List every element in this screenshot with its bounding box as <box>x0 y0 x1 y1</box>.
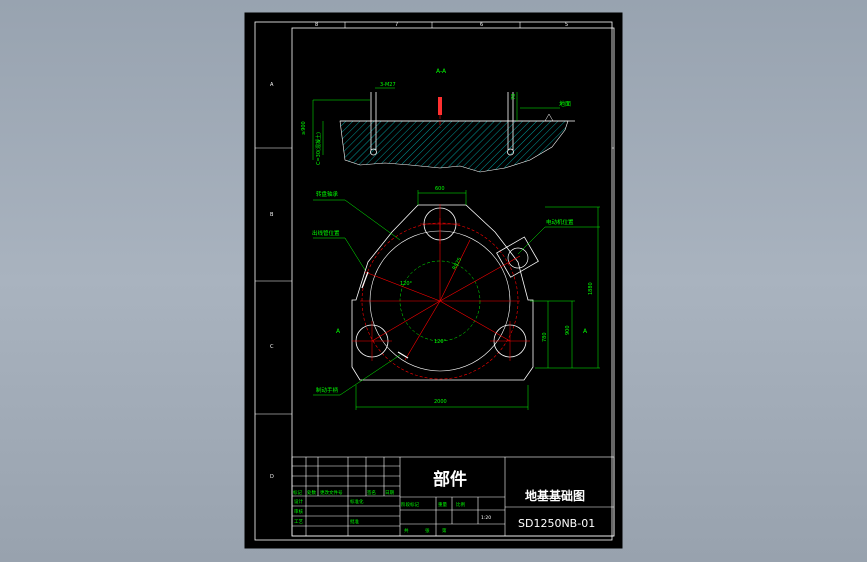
zone-top-2: 7 <box>395 22 398 28</box>
angle-1: 120° <box>400 281 413 287</box>
tb-drawing-no: SD1250NB-01 <box>518 517 595 530</box>
angle-2: 120° <box>434 339 447 345</box>
zone-top-3: 6 <box>480 22 483 28</box>
dim-width-top: 600 <box>435 186 445 192</box>
label-motor: 电动机位置 <box>546 218 574 226</box>
tb-cell-review: 审核 <box>294 508 303 515</box>
tb-cell-process: 工艺 <box>294 519 303 525</box>
tb-drawing-name: 地基基础图 <box>525 488 585 503</box>
label-handwheel: 制动手柄 <box>316 386 339 394</box>
dim-foundation: C=30(混凝土) <box>315 132 322 165</box>
tb-cell-changefile: 更改文件号 <box>320 489 343 496</box>
label-slew-bearing: 转盘轴承 <box>316 190 339 198</box>
drawing-viewport[interactable]: 8 7 6 5 A B C D A-A 地面 3-M27 ≥900 C=30(混… <box>0 0 867 562</box>
zone-top-1: 8 <box>315 22 318 28</box>
dim-depth: ≥900 <box>301 121 307 135</box>
dim-bottom: 2000 <box>434 399 447 405</box>
tb-cell-approve: 批准 <box>350 518 359 525</box>
tb-cell-standard: 标准化 <box>350 498 364 505</box>
zone-left-3: C <box>270 344 274 350</box>
dim-right-total: 1880 <box>588 282 594 295</box>
tb-cell-sheet-no: 第 <box>442 527 447 534</box>
tb-cell-mark: 标记 <box>293 489 302 496</box>
tb-cell-sign: 签名 <box>367 489 376 496</box>
bolt-callout: 3-M27 <box>380 82 396 88</box>
tb-cell-date: 日期 <box>385 490 394 496</box>
tb-cell-scale-label: 比例 <box>456 501 465 508</box>
label-outlet: 出线管位置 <box>312 229 340 237</box>
tb-cell-stage: 阶段标记 <box>401 501 419 508</box>
section-title: A-A <box>436 68 447 75</box>
tb-cell-weight: 重量 <box>438 501 447 508</box>
dim-right-2: 900 <box>565 325 571 335</box>
drawing-sheet <box>244 12 623 549</box>
zone-left-4: D <box>270 474 274 480</box>
zone-left-2: B <box>270 212 274 218</box>
tb-category: 部件 <box>433 469 467 490</box>
tb-scale: 1:20 <box>481 515 491 521</box>
tb-cell-total: 共 <box>404 527 409 534</box>
zone-top-4: 5 <box>565 22 568 28</box>
tb-cell-sheet: 张 <box>425 527 430 534</box>
dim-top: 70 <box>511 94 517 100</box>
ground-label: 地面 <box>559 100 571 108</box>
dim-right-1: 780 <box>542 332 548 342</box>
tb-cell-count: 处数 <box>307 489 316 496</box>
tb-cell-design: 设计 <box>294 498 303 505</box>
zone-left-1: A <box>270 82 274 88</box>
